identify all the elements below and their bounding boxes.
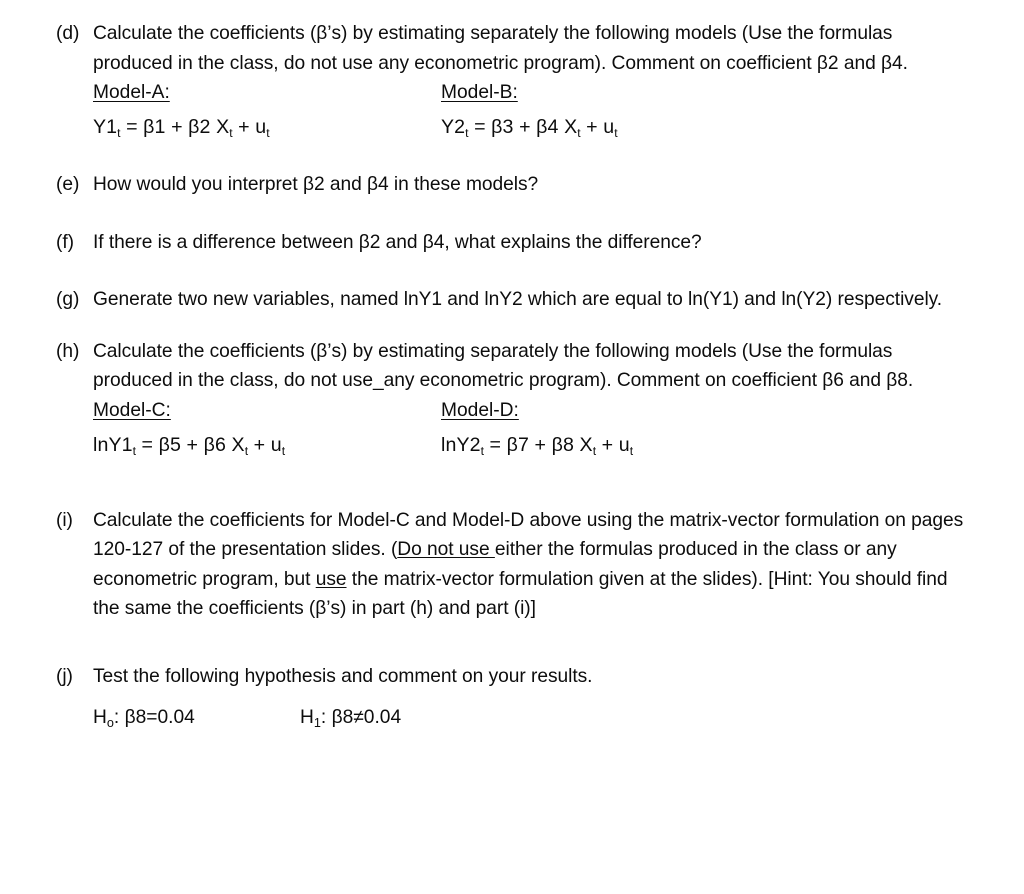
document-page: (d) Calculate the coefficients (β’s) by … xyxy=(0,0,1024,894)
model-c-x-sub: t xyxy=(244,443,249,458)
model-d-tail: + u xyxy=(596,433,630,456)
model-a-u-sub: t xyxy=(266,126,270,140)
model-b-lhs: Y2 xyxy=(441,116,466,138)
list-marker-f: (f) xyxy=(56,231,74,253)
list-item-e: (e) How would you interpret β2 and β4 in… xyxy=(0,170,1024,200)
alternative-hypothesis-label: H xyxy=(300,707,314,728)
model-c-lhs-sub: t xyxy=(132,443,136,458)
list-item-j: (j) Test the following hypothesis and co… xyxy=(0,662,1024,692)
model-d-lhs-sub: t xyxy=(480,443,484,458)
list-item-i-text: Calculate the coefficients for Model-C a… xyxy=(93,506,973,624)
model-d-lhs: lnY2 xyxy=(441,433,481,456)
model-d-formula: lnY2t = β7 + β8 Xt + ut xyxy=(441,431,633,462)
alternative-hypothesis-sub: 1 xyxy=(313,715,321,730)
null-hypothesis-sub: o xyxy=(106,715,114,730)
model-a-x-sub: t xyxy=(229,126,233,140)
model-b-heading: Model-B: xyxy=(441,82,518,103)
model-a-lhs: Y1 xyxy=(93,116,118,138)
alternative-hypothesis-statement: : β8≠0.04 xyxy=(320,707,402,728)
model-b-formula: Y2t = β3 + β4 Xt + ut xyxy=(441,113,618,144)
model-d-heading: Model-D: xyxy=(441,399,519,421)
model-c-mid: = β5 + β6 X xyxy=(136,433,245,456)
model-b-x-sub: t xyxy=(577,126,581,140)
model-b-tail: + u xyxy=(580,116,615,138)
model-c-heading: Model-C: xyxy=(93,399,171,421)
list-item-f: (f) If there is a difference between β2 … xyxy=(0,228,1024,258)
model-a-tail: + u xyxy=(232,116,267,138)
item-i-emphasis-use: use xyxy=(315,568,347,590)
model-d-x-sub: t xyxy=(592,443,597,458)
hypothesis-row: Ho: β8=0.04 H1: β8≠0.04 xyxy=(0,703,1024,733)
model-b-u-sub: t xyxy=(614,126,618,140)
item-i-emphasis-do-not-use: Do not use xyxy=(397,539,495,560)
models-ab-formulas: Y1t = β1 + β2 Xt + ut Y2t = β3 + β4 Xt +… xyxy=(0,113,1024,142)
list-item-h-text: Calculate the coefficients (β’s) by esti… xyxy=(93,340,914,392)
null-hypothesis-statement: : β8=0.04 xyxy=(113,707,195,728)
list-marker-d: (d) xyxy=(56,23,80,44)
list-item-e-text: How would you interpret β2 and β4 in the… xyxy=(93,174,539,195)
list-item-j-text: Test the following hypothesis and commen… xyxy=(93,665,593,687)
alternative-hypothesis: H1: β8≠0.04 xyxy=(300,703,401,734)
list-item-d: (d) Calculate the coefficients (β’s) by … xyxy=(0,19,1024,78)
models-cd-headings: Model-C: Model-D: xyxy=(0,396,1024,425)
list-item-f-text: If there is a difference between β2 and … xyxy=(93,231,702,253)
list-item-d-text: Calculate the coefficients (β’s) by esti… xyxy=(93,23,908,74)
null-hypothesis: Ho: β8=0.04 xyxy=(93,703,195,734)
model-a-heading: Model-A: xyxy=(93,82,170,103)
model-c-u-sub: t xyxy=(281,443,286,458)
list-marker-j: (j) xyxy=(56,665,73,687)
model-a-formula: Y1t = β1 + β2 Xt + ut xyxy=(93,113,270,144)
list-marker-i: (i) xyxy=(56,509,73,531)
list-item-i: (i) Calculate the coefficients for Model… xyxy=(0,506,1024,624)
model-c-formula: lnY1t = β5 + β6 Xt + ut xyxy=(93,431,285,462)
model-a-lhs-sub: t xyxy=(117,126,121,140)
list-marker-g: (g) xyxy=(56,289,80,310)
top-spacer xyxy=(0,0,1024,19)
model-c-tail: + u xyxy=(248,433,282,456)
null-hypothesis-label: H xyxy=(93,707,107,728)
model-b-lhs-sub: t xyxy=(465,126,469,140)
model-b-mid: = β3 + β4 X xyxy=(468,116,578,138)
models-cd-formulas: lnY1t = β5 + β6 Xt + ut lnY2t = β7 + β8 … xyxy=(0,431,1024,460)
model-d-mid: = β7 + β8 X xyxy=(484,433,593,456)
model-c-lhs: lnY1 xyxy=(93,433,133,456)
list-marker-e: (e) xyxy=(56,174,80,195)
model-d-u-sub: t xyxy=(629,443,634,458)
models-ab-headings: Model-A: Model-B: xyxy=(0,78,1024,107)
model-a-mid: = β1 + β2 X xyxy=(120,116,230,138)
list-item-h: (h) Calculate the coefficients (β’s) by … xyxy=(0,337,1024,396)
list-item-g-text: Generate two new variables, named lnY1 a… xyxy=(93,289,943,310)
list-item-g: (g) Generate two new variables, named ln… xyxy=(0,285,1024,315)
list-marker-h: (h) xyxy=(56,340,80,362)
